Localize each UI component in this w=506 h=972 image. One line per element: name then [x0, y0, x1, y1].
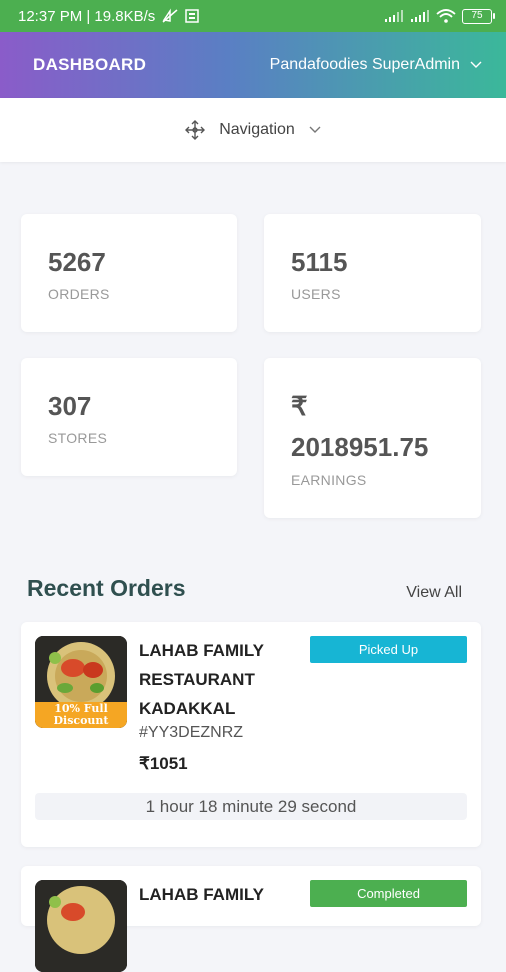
status-badge: Completed	[310, 880, 467, 907]
restaurant-name-line: KADAKKAL	[139, 699, 236, 718]
mute-icon	[161, 8, 179, 24]
wifi-icon	[436, 9, 456, 23]
view-all-link[interactable]: View All	[406, 584, 462, 602]
elapsed-time: 1 hour 18 minute 29 second	[35, 793, 467, 820]
app-header: DASHBOARD Pandafoodies SuperAdmin	[0, 32, 506, 98]
status-time: 12:37 PM | 19.8KB/s	[18, 7, 156, 25]
navigation-dropdown[interactable]: Navigation	[0, 98, 506, 162]
stat-value: 5115	[291, 247, 348, 277]
stat-card-earnings[interactable]: ₹ 2018951.75 EARNINGS	[264, 358, 481, 518]
battery-level: 75	[471, 10, 483, 21]
battery-icon: 75	[462, 8, 495, 24]
status-bar: 12:37 PM | 19.8KB/s 75	[0, 0, 506, 32]
restaurant-thumbnail: 10% Full Discount	[35, 636, 127, 728]
order-code: #YY3DEZNRZ	[139, 724, 244, 741]
order-price: ₹1051	[139, 754, 188, 773]
user-menu[interactable]: Pandafoodies SuperAdmin	[270, 56, 482, 74]
status-badge: Picked Up	[310, 636, 467, 663]
stat-card-orders[interactable]: 5267 ORDERS	[21, 214, 237, 332]
stat-label: EARNINGS	[291, 472, 367, 488]
notification-icon	[185, 9, 200, 23]
stat-label: USERS	[291, 286, 341, 302]
page-title: DASHBOARD	[33, 55, 147, 74]
restaurant-name: LAHAB FAMILY RESTAURANT KADAKKAL	[139, 636, 309, 723]
stat-label: STORES	[48, 430, 108, 446]
stat-label: ORDERS	[48, 286, 110, 302]
stat-value: 307	[48, 391, 92, 421]
restaurant-name-line: RESTAURANT	[139, 670, 255, 689]
chevron-down-icon	[470, 61, 482, 69]
order-card[interactable]: LAHAB FAMILY Completed	[21, 866, 481, 972]
user-name: Pandafoodies SuperAdmin	[269, 56, 460, 73]
move-icon	[185, 120, 206, 140]
recent-orders-title: Recent Orders	[27, 575, 186, 601]
restaurant-name-line: LAHAB FAMILY	[139, 885, 264, 904]
order-card[interactable]: 10% Full Discount LAHAB FAMILY RESTAURAN…	[21, 622, 481, 847]
restaurant-name-line: LAHAB FAMILY	[139, 641, 264, 660]
currency-symbol: ₹	[291, 391, 308, 421]
chevron-down-icon	[309, 126, 321, 134]
signal-icon	[384, 9, 404, 23]
navigation-label: Navigation	[219, 121, 295, 138]
thumbnail-badge-line: Discount	[53, 714, 109, 727]
stat-value: 5267	[48, 247, 106, 277]
stat-card-users[interactable]: 5115 USERS	[264, 214, 481, 332]
signal-icon	[410, 9, 430, 23]
restaurant-name: LAHAB FAMILY	[139, 880, 309, 909]
stat-card-stores[interactable]: 307 STORES	[21, 358, 237, 476]
restaurant-thumbnail	[35, 880, 127, 972]
thumbnail-badge: 10% Full Discount	[35, 703, 127, 727]
stat-value: 2018951.75	[291, 432, 429, 462]
